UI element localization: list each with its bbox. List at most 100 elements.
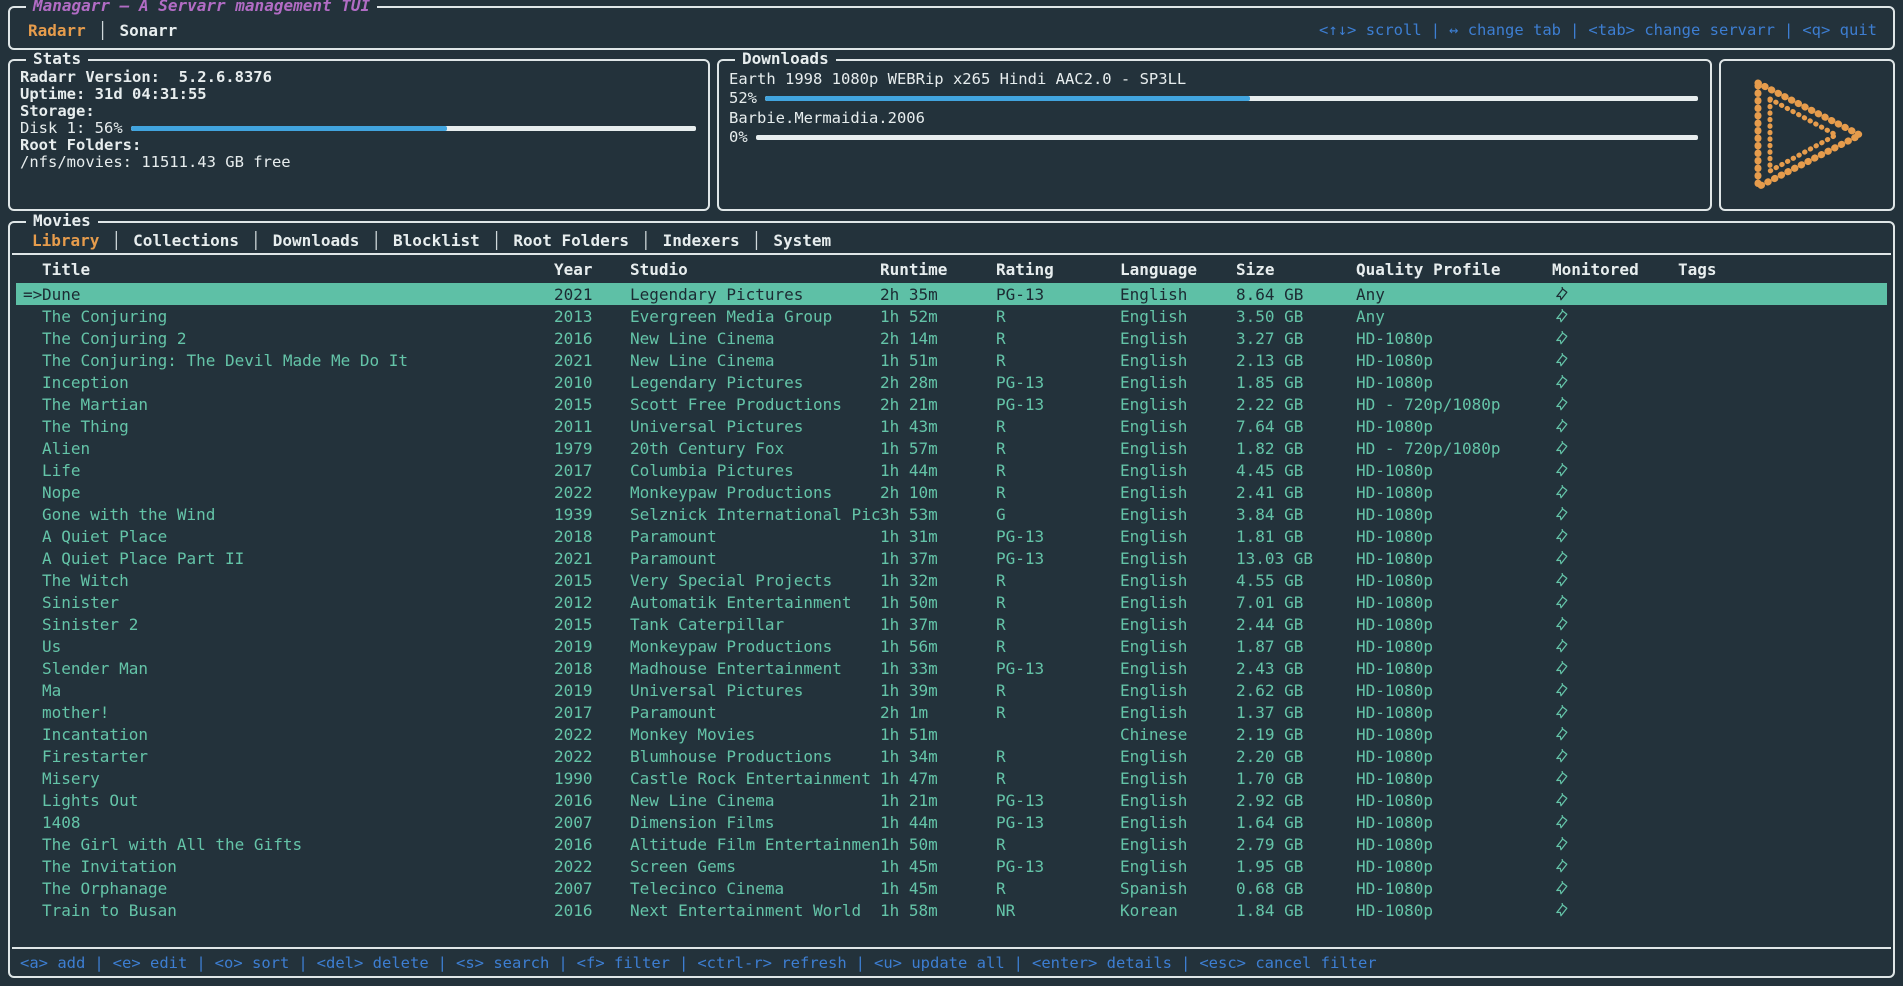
tab-collections[interactable]: Collections [133, 231, 239, 250]
cell-quality-profile: HD-1080p [1356, 901, 1552, 920]
cell-studio: Screen Gems [630, 857, 880, 876]
tab-root-folders[interactable]: Root Folders [513, 231, 629, 250]
cell-monitored [1552, 865, 1678, 948]
cell-studio: Selznick International Pic [630, 505, 880, 524]
tab-system[interactable]: System [773, 231, 831, 250]
cell-rating: PG-13 [996, 373, 1120, 392]
cell-language: English [1120, 373, 1236, 392]
cell-size: 8.64 GB [1236, 285, 1356, 304]
cell-quality-profile: HD - 720p/1080p [1356, 439, 1552, 458]
cell-year: 2007 [554, 813, 630, 832]
cell-rating: R [996, 307, 1120, 326]
cell-language: English [1120, 395, 1236, 414]
cell-language: English [1120, 571, 1236, 590]
cell-studio: Madhouse Entertainment [630, 659, 880, 678]
cell-year: 2016 [554, 835, 630, 854]
cell-rating: R [996, 747, 1120, 766]
cell-studio: Legendary Pictures [630, 285, 880, 304]
cell-rating: R [996, 879, 1120, 898]
cell-studio: Altitude Film Entertainmen [630, 835, 880, 854]
cell-language: English [1120, 307, 1236, 326]
servarr-tab-radarr[interactable]: Radarr [28, 21, 86, 40]
cell-runtime: 1h 50m [880, 593, 996, 612]
app-title: Managarr – A Servarr management TUI [26, 0, 377, 15]
cell-year: 2017 [554, 703, 630, 722]
cell-runtime: 3h 53m [880, 505, 996, 524]
cell-studio: Paramount [630, 549, 880, 568]
keybind-hint: <ctrl-r> refresh [697, 954, 846, 972]
download-progress-row: 0% [729, 128, 1700, 147]
cell-rating: PG-13 [996, 549, 1120, 568]
cell-title: The Orphanage [42, 879, 554, 898]
column-header-year: Year [554, 260, 630, 279]
keybind-hint: <esc> cancel filter [1199, 954, 1376, 972]
cell-studio: Monkeypaw Productions [630, 483, 880, 502]
cell-year: 2015 [554, 615, 630, 634]
cell-runtime: 1h 51m [880, 725, 996, 744]
cell-runtime: 2h 21m [880, 395, 996, 414]
table-row[interactable]: Train to Busan 2016 Next Entertainment W… [16, 899, 1887, 921]
cell-runtime: 1h 57m [880, 439, 996, 458]
downloads-panel-title: Downloads [735, 50, 836, 68]
stat-line: /nfs/movies: 11511.43 GB free [20, 154, 698, 171]
keybind-hint: <↑↓> scroll [1319, 21, 1422, 39]
keybind-separator: | [1014, 954, 1023, 972]
stat-line: Radarr Version: 5.2.6.8376 [20, 69, 698, 86]
stat-line: Uptime: 31d 04:31:55 [20, 86, 698, 103]
tab-indexers[interactable]: Indexers [663, 231, 740, 250]
download-progress-row: 52% [729, 89, 1700, 108]
cell-rating: NR [996, 901, 1120, 920]
cell-runtime: 1h 37m [880, 549, 996, 568]
cell-year: 2019 [554, 681, 630, 700]
keybind-hint: <enter> details [1032, 954, 1172, 972]
cell-year: 2018 [554, 527, 630, 546]
cell-rating: R [996, 703, 1120, 722]
servarr-tab-sonarr[interactable]: Sonarr [119, 21, 177, 40]
cell-year: 1939 [554, 505, 630, 524]
cell-studio: Paramount [630, 703, 880, 722]
cell-year: 2017 [554, 461, 630, 480]
cell-size: 2.20 GB [1236, 747, 1356, 766]
cell-runtime: 1h 52m [880, 307, 996, 326]
cell-rating: R [996, 329, 1120, 348]
cell-year: 2021 [554, 285, 630, 304]
cell-year: 2021 [554, 549, 630, 568]
tab-library[interactable]: Library [32, 231, 99, 250]
cell-size: 2.92 GB [1236, 791, 1356, 810]
gauge-fill [131, 126, 448, 131]
stats-body: Radarr Version: 5.2.6.8376Uptime: 31d 04… [10, 61, 708, 171]
cell-runtime: 1h 39m [880, 681, 996, 700]
cell-title: Misery [42, 769, 554, 788]
keybind-hint: <f> filter [577, 954, 670, 972]
cell-language: English [1120, 769, 1236, 788]
downloads-panel: Downloads Earth 1998 1080p WEBRip x265 H… [717, 59, 1712, 211]
cell-quality-profile: Any [1356, 285, 1552, 304]
cell-runtime: 1h 44m [880, 813, 996, 832]
cell-size: 1.82 GB [1236, 439, 1356, 458]
cell-title: Lights Out [42, 791, 554, 810]
cell-studio: Evergreen Media Group [630, 307, 880, 326]
cell-title: Slender Man [42, 659, 554, 678]
cell-runtime: 1h 31m [880, 527, 996, 546]
cell-studio: Next Entertainment World [630, 901, 880, 920]
column-header-rating: Rating [996, 260, 1120, 279]
tab-separator: │ [98, 21, 108, 40]
cell-title: The Conjuring 2 [42, 329, 554, 348]
cell-runtime: 2h 10m [880, 483, 996, 502]
keybind-separator: | [679, 954, 688, 972]
cell-rating: R [996, 615, 1120, 634]
cell-studio: New Line Cinema [630, 791, 880, 810]
cell-language: English [1120, 439, 1236, 458]
tab-blocklist[interactable]: Blocklist [393, 231, 480, 250]
cell-studio: Monkeypaw Productions [630, 637, 880, 656]
cell-year: 2021 [554, 351, 630, 370]
cell-quality-profile: HD-1080p [1356, 593, 1552, 612]
cell-size: 1.81 GB [1236, 527, 1356, 546]
cell-size: 2.79 GB [1236, 835, 1356, 854]
cell-studio: Dimension Films [630, 813, 880, 832]
cell-language: English [1120, 593, 1236, 612]
tab-downloads[interactable]: Downloads [273, 231, 360, 250]
cell-title: Train to Busan [42, 901, 554, 920]
cell-quality-profile: HD-1080p [1356, 857, 1552, 876]
cell-runtime: 1h 47m [880, 769, 996, 788]
